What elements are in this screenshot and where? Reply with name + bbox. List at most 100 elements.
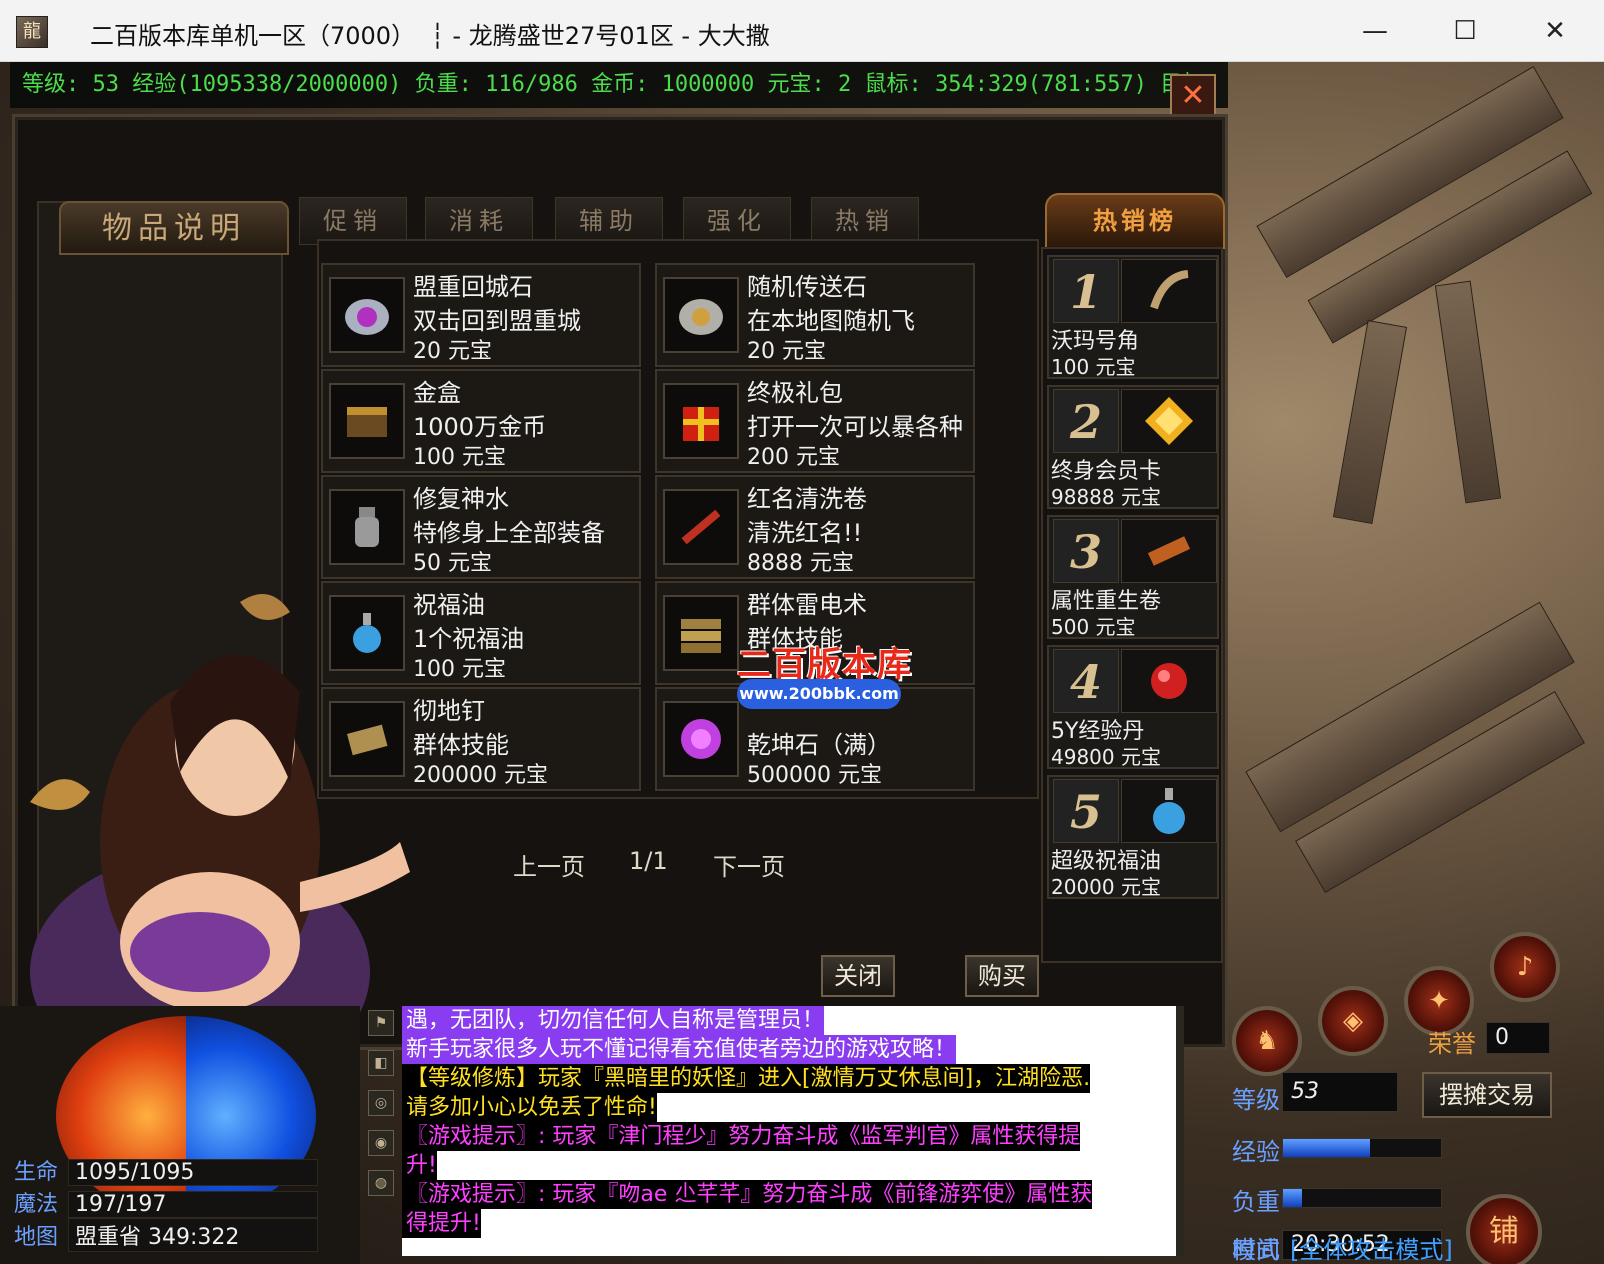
life-label: 生命	[14, 1160, 59, 1185]
scroll-icon	[663, 277, 739, 353]
red-scroll-icon	[663, 489, 739, 565]
bestseller-item[interactable]: 4 5Y经验丹 49800 元宝	[1047, 645, 1219, 769]
close-button[interactable]: 关闭	[821, 955, 895, 997]
bestseller-price: 49800 元宝	[1051, 745, 1161, 769]
life-row: 生命 1095/1095	[14, 1154, 318, 1186]
bestseller-list: 1 沃玛号角 100 元宝 2 终身会员卡 98888 元宝 3 属性重生卷 5…	[1041, 247, 1223, 963]
item-desc: 特修身上全部装备	[413, 519, 605, 547]
map-label: 地图	[14, 1225, 59, 1250]
rank-number: 4	[1053, 649, 1119, 713]
life-value: 1095/1095	[68, 1159, 318, 1186]
tab-enhance[interactable]: 强化	[683, 197, 791, 245]
chat-log[interactable]: 遇，无团队，切勿信任何人自称是管理员！ 新手玩家很多人玩不懂记得看充值使者旁边的游…	[402, 1006, 1184, 1256]
item-price: 500000 元宝	[747, 763, 882, 788]
attack-mode-value[interactable]: [全体攻击模式]	[1290, 1230, 1453, 1264]
mana-value: 197/197	[68, 1191, 318, 1218]
item-name: 修复神水	[413, 485, 509, 513]
shop-button[interactable]: 铺	[1466, 1194, 1542, 1264]
item-price: 20 元宝	[413, 339, 492, 364]
buy-button[interactable]: 购买	[965, 955, 1039, 997]
item-price: 200 元宝	[747, 445, 840, 470]
rank-number: 3	[1053, 519, 1119, 583]
bestseller-item[interactable]: 1 沃玛号角 100 元宝	[1047, 255, 1219, 379]
chat-filter-icon[interactable]: ⚑	[368, 1010, 394, 1036]
mode-label: 模式	[1232, 1236, 1280, 1264]
player-orb-panel: 生命 1095/1095 魔法 197/197 地图 盟重省 349:322	[0, 1006, 360, 1264]
shop-item[interactable]: 红名清洗卷 清洗红名!! 8888 元宝	[655, 475, 975, 579]
item-name: 终极礼包	[747, 379, 843, 407]
chat-guild-icon[interactable]: ◉	[368, 1130, 394, 1156]
chat-team-icon[interactable]: ◎	[368, 1090, 394, 1116]
bestseller-price: 100 元宝	[1051, 355, 1136, 379]
close-window-button[interactable]: ✕	[1510, 0, 1600, 62]
bestseller-item[interactable]: 5 超级祝福油 20000 元宝	[1047, 775, 1219, 899]
chat-line: 新手玩家很多人玩不懂记得看充值使者旁边的游戏攻略！	[402, 1035, 957, 1064]
map-row: 地图 盟重省 349:322	[14, 1218, 318, 1252]
chat-voice-icon[interactable]: ◍	[368, 1170, 394, 1196]
level-label: 等级	[1232, 1086, 1280, 1114]
mana-label: 魔法	[14, 1192, 59, 1217]
item-desc: 群体技能	[413, 731, 509, 759]
red-pill-icon	[1121, 649, 1217, 713]
shop-item[interactable]: 金盒 1000万金币 100 元宝	[321, 369, 641, 473]
mana-row: 魔法 197/197	[14, 1186, 318, 1218]
bestseller-price: 20000 元宝	[1051, 875, 1161, 899]
item-desc: 清洗红名!!	[747, 519, 863, 547]
window-title: 二百版本库单机一区（7000） ┆ - 龙腾盛世27号01区 - 大大撒	[90, 22, 770, 50]
bestseller-price: 98888 元宝	[1051, 485, 1161, 509]
tab-promo[interactable]: 促销	[299, 197, 407, 245]
bestseller-item[interactable]: 3 属性重生卷 500 元宝	[1047, 515, 1219, 639]
shop-item[interactable]: 盟重回城石 双击回到盟重城 20 元宝	[321, 263, 641, 367]
watermark-url: www.200bbk.com	[737, 679, 901, 709]
maximize-button[interactable]: ☐	[1420, 0, 1510, 62]
window-titlebar: 龍 二百版本库单机一区（7000） ┆ - 龙腾盛世27号01区 - 大大撒 —…	[0, 0, 1604, 62]
character-button[interactable]: ♞	[1232, 1006, 1302, 1076]
purple-orb-icon	[663, 701, 739, 777]
honor-label: 荣誉	[1428, 1030, 1476, 1058]
weight-label: 负重	[1232, 1188, 1280, 1216]
rank-number: 1	[1053, 259, 1119, 323]
prev-page-button[interactable]: 上一页	[513, 847, 585, 882]
tab-auxiliary[interactable]: 辅助	[555, 197, 663, 245]
tab-bestseller[interactable]: 热销榜	[1045, 193, 1225, 249]
chat-line: 请多加小心以免丢了性命!	[402, 1093, 657, 1122]
item-name: 群体雷电术	[747, 591, 867, 619]
shop-item[interactable]: 终极礼包 打开一次可以暴各种 200 元宝	[655, 369, 975, 473]
books-icon	[663, 595, 739, 671]
bestseller-price: 500 元宝	[1051, 615, 1136, 639]
item-desc: 乾坤石（满）	[747, 731, 891, 759]
chat-private-icon[interactable]: ◧	[368, 1050, 394, 1076]
minimize-button[interactable]: —	[1330, 0, 1420, 62]
chat-tools: ⚑ ◧ ◎ ◉ ◍	[368, 1010, 398, 1210]
bestseller-item[interactable]: 2 终身会员卡 98888 元宝	[1047, 385, 1219, 509]
player-status-bar: 等级: 53 经验(1095338/2000000) 负重: 116/986 金…	[10, 62, 1228, 108]
chat-line: 得提升!	[402, 1209, 481, 1238]
honor-value: 0	[1486, 1022, 1550, 1054]
chat-line: 遇，无团队，切勿信任何人自称是管理员！	[402, 1006, 825, 1035]
game-viewport[interactable]: 等级: 53 经验(1095338/2000000) 负重: 116/986 金…	[0, 62, 1604, 1264]
item-desc: 打开一次可以暴各种	[747, 413, 963, 441]
chat-line: 〖游戏提示〗: 玩家『吻ae 尐芊芊』努力奋斗成《前锋游弈使》属性获	[402, 1180, 1093, 1209]
shop-item[interactable]: 随机传送石 在本地图随机飞 20 元宝	[655, 263, 975, 367]
chat-line: 〖游戏提示〗: 玩家『津门程少』努力奋斗成《监军判官》属性获得提	[402, 1122, 1081, 1151]
rank-number: 2	[1053, 389, 1119, 453]
tab-consumable[interactable]: 消耗	[425, 197, 533, 245]
chat-line: 升!	[402, 1151, 437, 1180]
weight-bar-fill	[1283, 1189, 1302, 1207]
item-price: 100 元宝	[413, 445, 506, 470]
item-price: 20 元宝	[747, 339, 826, 364]
gold-box-icon	[329, 383, 405, 459]
bag-button[interactable]: ◈	[1318, 986, 1388, 1056]
tab-hot[interactable]: 热销	[811, 197, 919, 245]
stall-trade-button[interactable]: 摆摊交易	[1422, 1072, 1552, 1118]
rank-number: 5	[1053, 779, 1119, 843]
item-desc: 在本地图随机飞	[747, 307, 915, 335]
item-desc: 1000万金币	[413, 413, 547, 441]
item-desc: 双击回到盟重城	[413, 307, 581, 335]
next-page-button[interactable]: 下一页	[713, 847, 785, 882]
level-value: 53	[1282, 1072, 1398, 1112]
exp-bar-fill	[1283, 1139, 1370, 1157]
right-hud: ♞ ◈ ✦ ♪ 荣誉 0 等级 53 摆摊交易 经验 负重 时间 20:30:5…	[1232, 932, 1604, 1264]
blue-bottle-icon	[1121, 779, 1217, 843]
sound-icon[interactable]: ♪	[1490, 932, 1560, 1002]
